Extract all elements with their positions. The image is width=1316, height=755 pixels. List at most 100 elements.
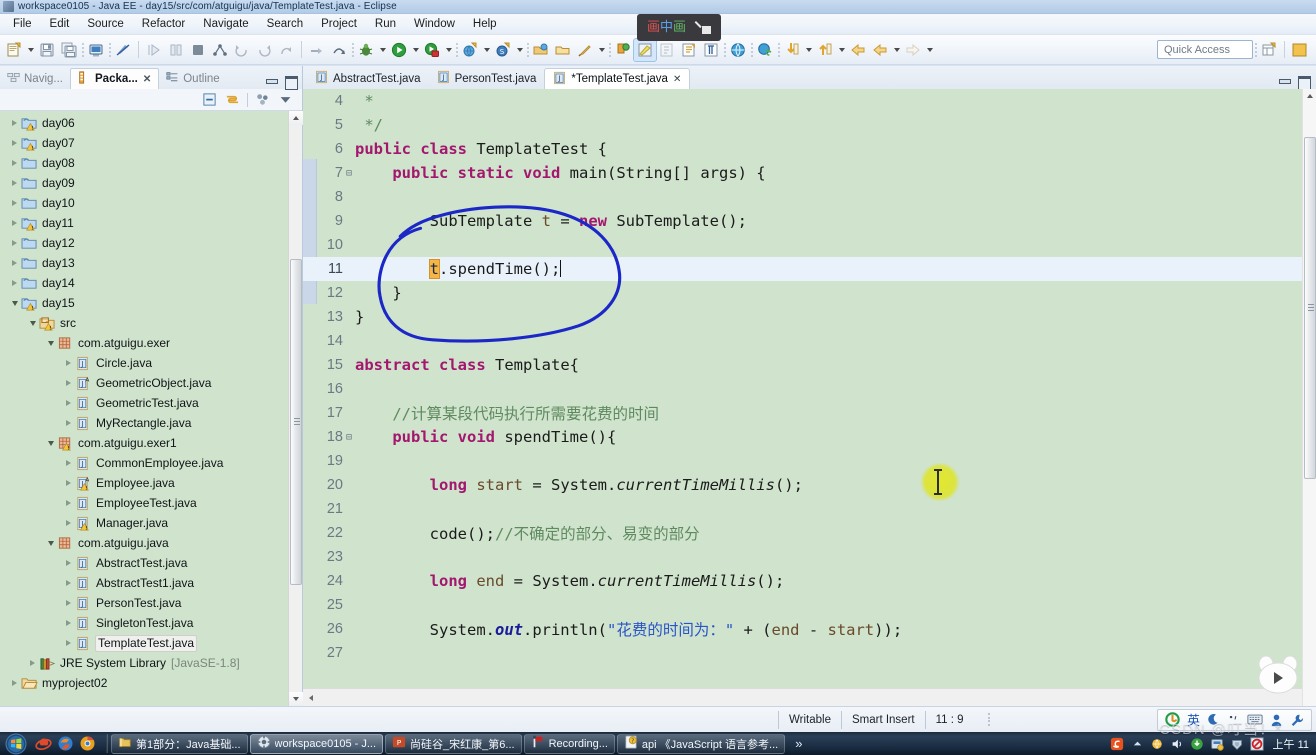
open-task-icon[interactable] bbox=[552, 39, 574, 61]
open-web-browser-icon[interactable] bbox=[727, 39, 749, 61]
fold-marker-icon[interactable]: ⊟ bbox=[346, 432, 352, 443]
maximize-icon[interactable] bbox=[284, 75, 298, 90]
tree-expander-icon[interactable] bbox=[8, 277, 21, 290]
taskbar-button[interactable]: workspace0105 - J... bbox=[249, 733, 384, 754]
new-dropdown-arrow[interactable] bbox=[25, 39, 36, 61]
run-icon[interactable] bbox=[388, 39, 410, 61]
code-line[interactable]: 20 long start = System.currentTimeMillis… bbox=[303, 473, 1302, 497]
save-all-icon[interactable] bbox=[58, 39, 80, 61]
code-line[interactable]: 25 bbox=[303, 593, 1302, 617]
tree-expander-icon[interactable] bbox=[62, 377, 75, 390]
menu-item-source[interactable]: Source bbox=[78, 16, 132, 32]
tree-expander-icon[interactable] bbox=[8, 257, 21, 270]
taskbar-button[interactable]: Recording... bbox=[523, 733, 615, 754]
new-class-icon[interactable]: S bbox=[492, 39, 514, 61]
link-with-editor-icon[interactable] bbox=[224, 91, 241, 108]
tree-item[interactable]: J PersonTest.java bbox=[0, 593, 288, 613]
code-line[interactable]: 19 bbox=[303, 449, 1302, 473]
code-line[interactable]: 15 abstract class Template{ bbox=[303, 353, 1302, 377]
tree-item[interactable]: com.atguigu.exer1 bbox=[0, 433, 288, 453]
tree-vertical-scrollbar[interactable] bbox=[288, 111, 303, 706]
close-icon[interactable]: ✕ bbox=[143, 74, 151, 85]
print-icon[interactable] bbox=[85, 39, 107, 61]
collapse-all-icon[interactable] bbox=[201, 91, 218, 108]
git-icon[interactable] bbox=[612, 39, 634, 61]
code-line[interactable]: 18 ⊟ public void spendTime(){ bbox=[303, 425, 1302, 449]
tree-expander-icon[interactable] bbox=[8, 117, 21, 130]
tree-expander-icon[interactable] bbox=[62, 577, 75, 590]
firefox-icon[interactable] bbox=[56, 734, 75, 753]
editor-tab-persontest.java[interactable]: J PersonTest.java bbox=[429, 68, 545, 89]
editor-horizontal-scrollbar[interactable] bbox=[303, 688, 1302, 706]
code-line[interactable]: 5 */ bbox=[303, 113, 1302, 137]
menu-item-project[interactable]: Project bbox=[312, 16, 366, 32]
code-line[interactable]: 26 System.out.println("花费的时间为：" + (end -… bbox=[303, 617, 1302, 641]
debug-step-over-icon[interactable] bbox=[328, 39, 350, 61]
debug-dropdown-arrow[interactable] bbox=[377, 39, 388, 61]
open-declaration-icon[interactable] bbox=[656, 39, 678, 61]
editor-tab-templatetest.java[interactable]: J *TemplateTest.java ✕ bbox=[544, 68, 691, 89]
new-project-dropdown-arrow[interactable] bbox=[481, 39, 492, 61]
back-history-icon-2[interactable] bbox=[869, 39, 891, 61]
picture-in-picture-overlay[interactable]: 画中画 bbox=[637, 14, 721, 41]
code-line[interactable]: 23 bbox=[303, 545, 1302, 569]
code-line[interactable]: 11 t.spendTime(); bbox=[303, 257, 1302, 281]
tree-expander-icon[interactable] bbox=[62, 557, 75, 570]
search-icon[interactable] bbox=[574, 39, 596, 61]
tree-expander-icon[interactable] bbox=[8, 137, 21, 150]
tree-expander-icon[interactable] bbox=[62, 497, 75, 510]
tree-expander-icon[interactable] bbox=[62, 397, 75, 410]
close-icon[interactable]: ✕ bbox=[673, 74, 681, 85]
security-icon[interactable] bbox=[1210, 736, 1225, 751]
shield-icon[interactable] bbox=[1230, 736, 1245, 751]
view-tab-navig-[interactable]: Navig... bbox=[0, 68, 70, 89]
editor-tab-abstracttest.java[interactable]: J AbstractTest.java bbox=[307, 68, 429, 89]
code-line[interactable]: 8 bbox=[303, 185, 1302, 209]
prev-edit-icon[interactable] bbox=[814, 39, 836, 61]
taskbar-overflow[interactable]: » bbox=[787, 736, 810, 751]
debug-icon[interactable] bbox=[355, 39, 377, 61]
next-annotation-icon[interactable] bbox=[209, 39, 231, 61]
tree-expander-icon[interactable] bbox=[8, 237, 21, 250]
taskbar-button[interactable]: ? api 《JavaScript 语言参考... bbox=[616, 733, 786, 754]
run-last-tool-icon[interactable] bbox=[143, 39, 165, 61]
sogou-icon[interactable] bbox=[1110, 736, 1125, 751]
next-edit-icon[interactable] bbox=[781, 39, 803, 61]
editor-scroll-up-arrow[interactable] bbox=[1303, 89, 1316, 103]
tree-item[interactable]: J MyRectangle.java bbox=[0, 413, 288, 433]
tree-expander-icon[interactable] bbox=[8, 177, 21, 190]
scroll-down-arrow[interactable] bbox=[289, 692, 303, 706]
ime-toolbar[interactable]: 英 bbox=[1156, 708, 1312, 731]
toggle-breakpoint-icon[interactable] bbox=[112, 39, 134, 61]
search-dropdown-arrow[interactable] bbox=[596, 39, 607, 61]
next-edit-dropdown-arrow[interactable] bbox=[803, 39, 814, 61]
tree-item[interactable]: J A GeometricObject.java bbox=[0, 373, 288, 393]
previous-annotation-icon[interactable] bbox=[231, 39, 253, 61]
tree-item[interactable]: day08 bbox=[0, 153, 288, 173]
ie-icon[interactable] bbox=[34, 734, 53, 753]
toggle-mark-occurrences-icon[interactable] bbox=[678, 39, 700, 61]
tree-expander-icon[interactable] bbox=[62, 357, 75, 370]
new-java-project-icon[interactable] bbox=[459, 39, 481, 61]
scroll-left-arrow[interactable] bbox=[303, 690, 318, 706]
view-menu-icon[interactable] bbox=[277, 91, 294, 108]
menu-item-file[interactable]: File bbox=[4, 16, 41, 32]
editor-maximize-icon[interactable] bbox=[1297, 75, 1311, 90]
code-line[interactable]: 27 bbox=[303, 641, 1302, 665]
tree-item[interactable]: day15 bbox=[0, 293, 288, 313]
tree-item[interactable]: day11 bbox=[0, 213, 288, 233]
back-history-arrow[interactable] bbox=[891, 39, 902, 61]
fold-marker-icon[interactable]: ⊟ bbox=[346, 168, 352, 179]
code-line[interactable]: 14 bbox=[303, 329, 1302, 353]
quick-access-input[interactable]: Quick Access bbox=[1157, 40, 1253, 59]
menu-item-run[interactable]: Run bbox=[366, 16, 405, 32]
start-orb-icon[interactable] bbox=[2, 733, 30, 754]
scroll-up-arrow[interactable] bbox=[289, 111, 303, 125]
tree-expander-icon[interactable] bbox=[44, 337, 57, 350]
code-area[interactable]: 4 * 5 */6 public class TemplateTest {7 ⊟ p… bbox=[303, 89, 1316, 706]
menu-item-edit[interactable]: Edit bbox=[41, 16, 79, 32]
menu-item-refactor[interactable]: Refactor bbox=[133, 16, 194, 32]
update-icon[interactable] bbox=[1190, 736, 1205, 751]
open-perspective-button[interactable] bbox=[1258, 39, 1280, 61]
tools-icon[interactable] bbox=[1290, 713, 1304, 727]
